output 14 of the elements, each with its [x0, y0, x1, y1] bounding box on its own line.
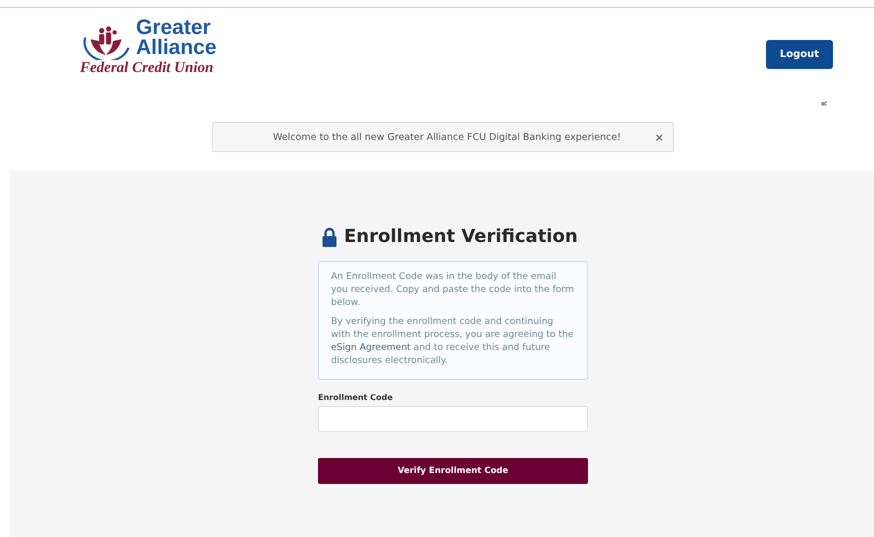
- close-button[interactable]: ×: [655, 130, 663, 144]
- logo-text: Greater: [136, 18, 211, 38]
- info-text: By verifying the enrollment code and continuing with the enrollment process, you are agreeing to the eSign Agreement and to receive this and future disclosures electronically.: [331, 315, 575, 367]
- verify-button[interactable]: Verify Enrollment Code: [318, 458, 588, 484]
- lock-icon: [321, 226, 338, 246]
- page-title: Enrollment Verification: [344, 226, 578, 247]
- esign-link[interactable]: eSign Agreement: [331, 342, 411, 353]
- banner-message: Welcome to the all new Greater Alliance FCU Digital Banking experience!: [273, 132, 622, 142]
- logo-tagline: Federal Credit Union: [80, 60, 214, 76]
- enrollment-code-field[interactable]: [318, 406, 588, 432]
- logout-button[interactable]: Logout: [766, 40, 833, 69]
- info-text: An Enrollment Code was in the body of the email you received. Copy and paste the code into the form below.: [331, 270, 575, 309]
- logo-text: Alliance: [136, 38, 217, 58]
- field-label: Enrollment Code: [318, 393, 394, 402]
